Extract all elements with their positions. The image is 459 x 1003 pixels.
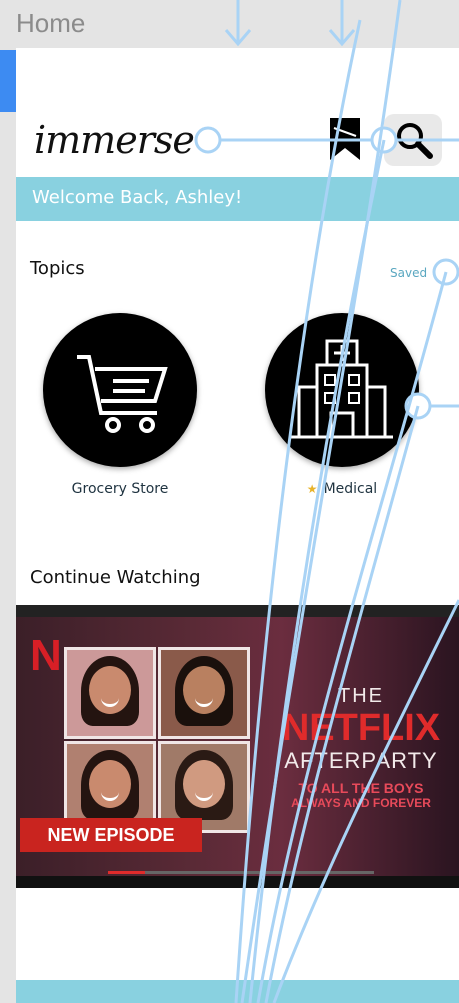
card-top-strip	[16, 605, 459, 617]
video-subtitle-line1: TO ALL THE BOYS	[298, 780, 424, 796]
search-icon	[397, 123, 433, 159]
home-screen: immerse Welcome Back, Ashley! Topics Sav…	[16, 48, 459, 1003]
topic-label: Grocery Store	[71, 481, 169, 497]
bookmark-icon	[330, 118, 360, 160]
video-title-line3: AFTERPARTY	[284, 748, 438, 773]
welcome-banner: Welcome Back, Ashley!	[16, 177, 459, 221]
hospital-icon	[291, 339, 393, 439]
topic-circle	[43, 313, 197, 467]
welcome-text: Welcome Back, Ashley!	[32, 187, 243, 208]
frame-selection-indicator	[0, 50, 16, 112]
video-progress-fill	[108, 871, 146, 874]
card-bottom-strip	[16, 876, 459, 888]
topic-circle	[265, 313, 419, 467]
star-icon: ★	[306, 482, 318, 496]
bottom-nav-bar	[16, 980, 459, 1003]
saved-link[interactable]: Saved	[390, 266, 427, 280]
topic-medical[interactable]: ★ Medical	[262, 313, 422, 497]
video-title-line2: NETFLIX	[281, 707, 441, 749]
frame-label: Home	[16, 8, 86, 38]
netflix-logo: N	[30, 631, 62, 680]
video-thumbnail-face	[64, 647, 156, 739]
new-episode-badge: NEW EPISODE	[20, 818, 202, 852]
video-title: THE NETFLIX AFTERPARTY TO ALL THE BOYS A…	[266, 685, 456, 810]
topic-grocery-store[interactable]: Grocery Store	[40, 313, 200, 497]
app-logo[interactable]: immerse	[34, 118, 195, 162]
video-title-line1: THE	[338, 685, 384, 707]
video-progress-bar[interactable]	[108, 871, 374, 874]
shopping-cart-icon	[77, 355, 168, 433]
topics-title: Topics	[30, 258, 85, 279]
video-subtitle-line2: ALWAYS AND FOREVER	[291, 796, 431, 810]
video-card[interactable]: N NEW EPISODE THE NETFLIX AFTERPARTY TO …	[16, 605, 459, 888]
bookmark-button[interactable]	[328, 116, 362, 162]
search-button[interactable]	[384, 114, 442, 166]
topic-label: ★ Medical	[262, 481, 422, 497]
video-thumbnail-face	[158, 647, 250, 739]
continue-watching-title: Continue Watching	[30, 567, 201, 588]
topic-label-text: Medical	[323, 481, 378, 497]
